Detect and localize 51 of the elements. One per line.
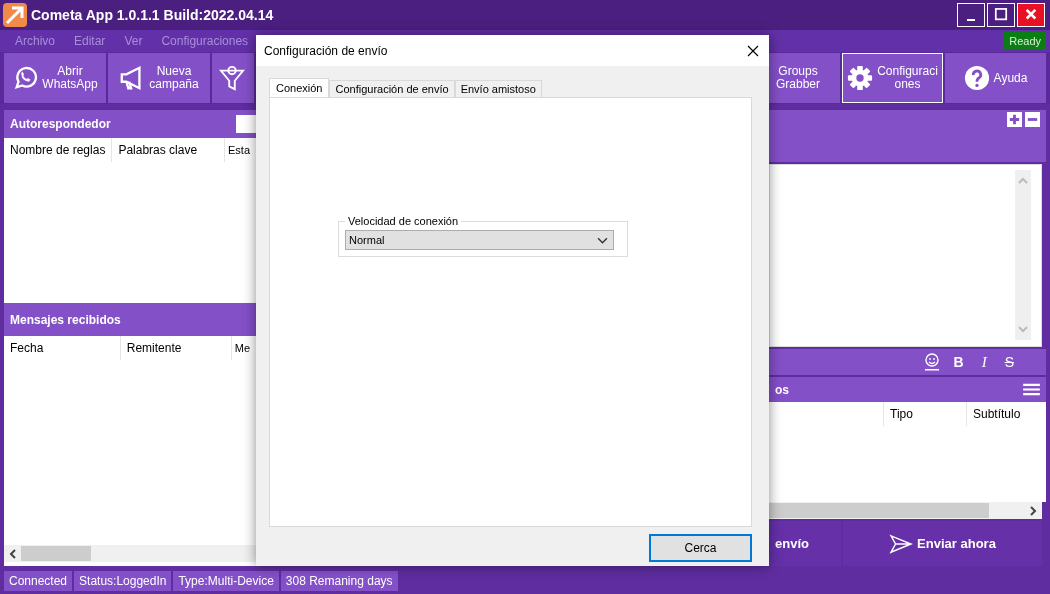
column-header[interactable]: Subtítulo (967, 402, 1027, 426)
settings-icon (847, 65, 874, 91)
maximize-button[interactable] (987, 3, 1015, 27)
column-header[interactable]: Esta (225, 138, 256, 162)
app-logo-icon (3, 3, 27, 27)
column-header[interactable]: Me (231, 336, 256, 360)
scroll-right-icon[interactable] (1028, 505, 1038, 516)
funnel-icon (219, 65, 245, 91)
text-field[interactable] (236, 115, 256, 133)
scroll-left-icon[interactable] (8, 548, 18, 559)
chevron-down-icon (597, 236, 608, 244)
tab[interactable]: Configuración de envío (329, 80, 455, 97)
action-button[interactable]: Enviar ahora (843, 521, 1042, 566)
help-icon (963, 65, 990, 91)
panel-title: Autorespondedor (10, 117, 111, 131)
toolbar-button[interactable]: Configuraci ones (842, 53, 943, 103)
tab[interactable]: Conexión (269, 78, 330, 97)
status-text: Connected (4, 571, 73, 591)
status-text: Status:LoggedIn (74, 571, 172, 591)
group-title: Velocidad de conexión (347, 215, 460, 227)
close-button[interactable]: Cerca (649, 534, 752, 562)
status-badge: Ready (1004, 32, 1046, 50)
dropdown[interactable]: Normal (345, 230, 614, 250)
menu-icon[interactable] (1023, 383, 1040, 396)
dialog-title: Configuración de envío (264, 43, 388, 58)
status-text: Type:Multi-Device (173, 571, 279, 591)
toolbar-button[interactable]: Groups Grabber (767, 53, 840, 103)
minimize-button[interactable] (957, 3, 985, 27)
minimize-icon (967, 19, 975, 21)
panel-title: os (775, 382, 789, 397)
tab[interactable]: Envío amistoso (454, 80, 542, 97)
remove-icon[interactable] (1025, 112, 1040, 127)
horizontal-scrollbar[interactable] (769, 502, 1042, 519)
add-icon[interactable] (1007, 112, 1022, 127)
status-text: 308 Remaning days (280, 571, 398, 591)
toolbar-button[interactable] (212, 53, 254, 103)
format-button[interactable]: I (977, 353, 991, 371)
close-button[interactable] (1017, 3, 1045, 27)
toolbar-button[interactable]: Ayuda (945, 53, 1046, 103)
phone-bubble-icon (12, 65, 39, 91)
format-button[interactable]: S (1000, 354, 1018, 370)
close-icon[interactable] (747, 44, 759, 57)
action-button[interactable]: envío (769, 521, 841, 566)
format-button[interactable]: B (949, 354, 968, 370)
toolbar-button[interactable]: Nueva campaña (108, 53, 210, 103)
smiley-icon[interactable] (923, 353, 940, 371)
toolbar-button[interactable]: Abrir WhatsApp (4, 53, 106, 103)
horizontal-scrollbar[interactable] (4, 545, 256, 562)
paper-plane-icon (889, 533, 914, 554)
panel-title: Mensajes recibidos (10, 312, 121, 327)
window-title: Cometa App 1.0.1.1 Build:2022.04.14 (31, 7, 274, 23)
